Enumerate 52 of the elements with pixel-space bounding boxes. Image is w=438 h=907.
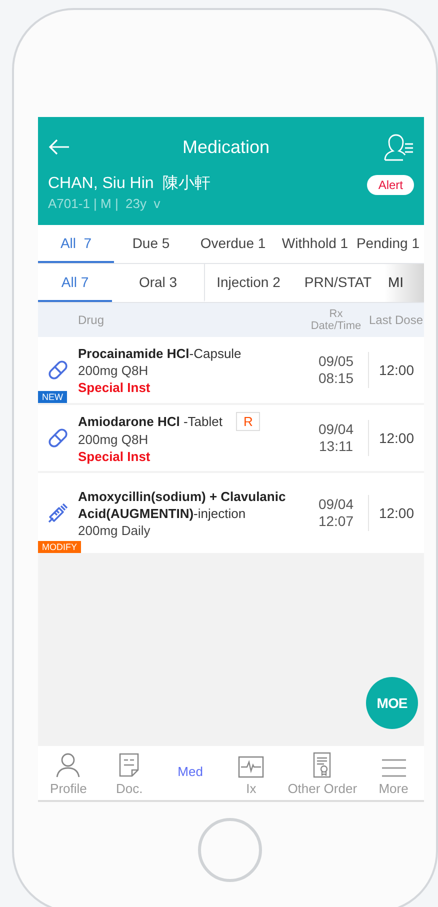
nav-tab[interactable]: More: [363, 746, 424, 800]
column-header: Last Dose: [368, 313, 424, 327]
person-icon: [56, 752, 80, 778]
dose-text: 200mg Q8H: [78, 362, 150, 378]
drug-name: Procainamide HCl-Capsule: [78, 344, 242, 362]
filter-tab[interactable]: Due 5: [114, 225, 188, 263]
filter-tab[interactable]: Overdue 1: [188, 225, 278, 263]
filter-tab[interactable]: Oral 3: [112, 264, 204, 302]
special-instruction[interactable]: Special Inst: [78, 448, 304, 464]
medication-row[interactable]: Amoxycillin(sodium) + Clavulanic Acid(AUGMENTIN)-injection 200mg Daily 09/04 12:07 12:00 MODIFY: [38, 473, 424, 553]
last-dose-time: 12:00: [368, 352, 424, 388]
flag-badge: R: [236, 412, 260, 430]
syringe-icon: [47, 502, 69, 524]
filter-tab[interactable]: MI: [384, 264, 424, 302]
medication-row[interactable]: Amiodarone HCl -Tablet R 200mg Q8H Special Inst 09/04 13:11 12:00: [38, 405, 424, 471]
column-header: Rx Date/Time: [310, 308, 362, 332]
drug-name: Amiodarone HCl -Tablet: [78, 412, 222, 430]
nav-tab[interactable]: Med: [160, 746, 221, 800]
back-arrow-icon[interactable]: [48, 139, 70, 155]
filter-tab[interactable]: Pending 1: [352, 225, 424, 263]
drug-name: Amoxycillin(sodium) + Clavulanic Acid(AUGMENTIN)-injection: [78, 488, 287, 522]
menu-icon: [380, 758, 406, 778]
capsule-icon: [47, 359, 69, 381]
capsule-icon: [47, 427, 69, 449]
medication-row[interactable]: Procainamide HCl-Capsule 200mg Q8H Special Inst 09/05 08:15 12:00 NEW: [38, 337, 424, 403]
status-badge: NEW: [38, 391, 67, 403]
status-badge: MODIFY: [38, 541, 81, 553]
nav-tab[interactable]: Ix: [220, 746, 282, 800]
rx-date-time: 09/05 08:15: [317, 353, 355, 387]
document-icon: [118, 752, 140, 778]
patient-list-icon[interactable]: [382, 133, 414, 161]
alert-button[interactable]: Alert: [367, 175, 414, 195]
nav-tab[interactable]: Doc.: [98, 746, 160, 800]
rx-date-time: 09/04 13:11: [317, 421, 355, 455]
last-dose-time: 12:00: [368, 495, 424, 531]
dose-text: 200mg Q8H: [78, 430, 150, 448]
filter-tab[interactable]: PRN/STAT: [292, 264, 384, 302]
last-dose-time: 12:00: [368, 420, 424, 456]
rx-date-time: 09/04 12:07: [317, 496, 355, 530]
screen-title: Medication: [182, 136, 270, 158]
nav-tab[interactable]: Other Order: [282, 746, 364, 800]
filter-tab[interactable]: Withhold 1: [278, 225, 352, 263]
special-instruction[interactable]: Special Inst: [78, 378, 304, 396]
filter-tab[interactable]: Injection 2: [204, 264, 292, 302]
home-button[interactable]: [198, 818, 262, 882]
column-header: Drug: [78, 313, 106, 327]
patient-name: CHAN, Siu Hin 陳小軒: [48, 174, 211, 194]
moe-button[interactable]: MOE: [366, 677, 418, 729]
certificate-document-icon: [312, 752, 332, 778]
nav-tab[interactable]: Profile: [38, 746, 99, 800]
heartbeat-monitor-icon: [238, 756, 264, 778]
dose-text: 200mg Daily: [78, 522, 152, 538]
